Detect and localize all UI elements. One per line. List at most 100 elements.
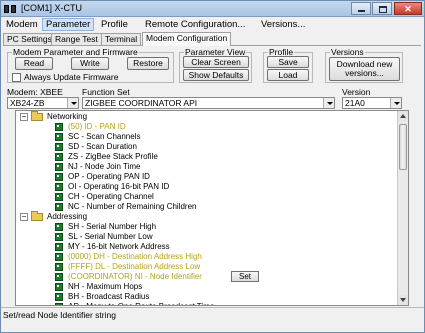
collapse-icon[interactable]: − — [20, 113, 28, 121]
tree-group-label: Addressing — [47, 212, 88, 221]
restore-button[interactable]: Restore — [127, 57, 169, 70]
modem-select-value: XB24-ZB — [10, 98, 45, 108]
tree-param-label: CH - Operating Channel — [68, 192, 154, 201]
collapse-icon[interactable]: − — [20, 213, 28, 221]
parameter-icon — [55, 253, 63, 261]
tree-param-row[interactable]: SL - Serial Number Low — [16, 232, 398, 242]
tree-param-row[interactable]: ZS - ZigBee Stack Profile — [16, 152, 398, 162]
menu-modem[interactable]: Modem — [3, 18, 41, 31]
tree-param-row[interactable]: OI - Operating 16-bit PAN ID — [16, 182, 398, 192]
tree-param-label: OI - Operating 16-bit PAN ID — [68, 182, 170, 191]
tree-param-row[interactable]: (0000) DH - Destination Address High — [16, 252, 398, 262]
function-set-select[interactable]: ZIGBEE COORDINATOR API — [82, 97, 335, 109]
scroll-down-icon[interactable] — [398, 295, 408, 305]
menu-profile[interactable]: Profile — [98, 18, 131, 31]
download-button-line2: versions... — [345, 68, 384, 78]
tree-group-row[interactable]: − Addressing — [16, 211, 398, 222]
minimize-button[interactable] — [351, 2, 371, 15]
close-button[interactable]: ✕ — [394, 2, 422, 15]
write-button[interactable]: Write — [71, 57, 109, 70]
parameter-icon — [55, 183, 63, 191]
always-update-checkbox[interactable] — [12, 73, 21, 82]
parameter-icon — [55, 243, 63, 251]
parameter-icon — [55, 303, 63, 305]
menu-parameter[interactable]: Parameter — [42, 18, 95, 31]
tree-param-row[interactable]: NC - Number of Remaining Children — [16, 202, 398, 212]
tree-param-label: (FFFF) DL - Destination Address Low — [68, 262, 201, 271]
chevron-down-icon[interactable] — [390, 98, 401, 108]
function-set-label: Function Set — [82, 87, 130, 97]
tree-param-row[interactable]: NJ - Node Join Time — [16, 162, 398, 172]
tree-param-row[interactable]: (50) ID - PAN ID — [16, 122, 398, 132]
chevron-down-icon[interactable] — [323, 98, 334, 108]
tree-param-row[interactable]: SD - Scan Duration — [16, 142, 398, 152]
menu-remote-configuration[interactable]: Remote Configuration... — [142, 18, 248, 31]
folder-icon — [31, 111, 43, 121]
parameter-icon — [55, 203, 63, 211]
parameter-icon — [55, 263, 63, 271]
parameter-icon — [55, 133, 63, 141]
modem-label: Modem: XBEE — [7, 87, 63, 97]
chevron-down-icon[interactable] — [67, 98, 78, 108]
tree-param-label: NH - Maximum Hops — [68, 282, 143, 291]
tree-scrollbar[interactable] — [397, 111, 408, 305]
parameter-icon — [55, 193, 63, 201]
read-button[interactable]: Read — [15, 57, 53, 70]
tree-param-label: NC - Number of Remaining Children — [68, 202, 197, 211]
version-select[interactable]: 21A0 — [342, 97, 402, 109]
parameter-icon — [55, 283, 63, 291]
scroll-up-icon[interactable] — [398, 111, 408, 121]
tab-pc-settings[interactable]: PC Settings — [3, 33, 56, 45]
modem-select[interactable]: XB24-ZB — [7, 97, 79, 109]
set-button[interactable]: Set — [231, 271, 259, 282]
tree-param-label: OP - Operating PAN ID — [68, 172, 150, 181]
tree-param-row[interactable]: AR - Many-to-One Route Broadcast Time — [16, 302, 398, 305]
tab-modem-configuration[interactable]: Modem Configuration — [142, 32, 232, 46]
tree-param-row[interactable]: (FFFF) DL - Destination Address Low — [16, 262, 398, 272]
tree-group-label: Networking — [47, 112, 88, 121]
tree-param-row[interactable]: (COORDINATOR) NI - Node Identifier Set — [16, 271, 398, 282]
tree-param-label: SD - Scan Duration — [68, 142, 137, 151]
parameter-tree[interactable]: − Networking (50) ID - PAN ID SC - Scan Cha… — [15, 110, 409, 306]
tab-terminal[interactable]: Terminal — [101, 33, 142, 45]
status-bar: Set/read Node Identifier string — [1, 307, 424, 321]
show-defaults-button[interactable]: Show Defaults — [183, 69, 249, 81]
maximize-icon — [379, 6, 387, 13]
download-new-versions-button[interactable]: Download new versions... — [329, 57, 400, 81]
maximize-button[interactable] — [372, 2, 392, 15]
tree-param-label: BH - Broadcast Radius — [68, 292, 150, 301]
tree-param-row[interactable]: SC - Scan Channels — [16, 132, 398, 142]
tree-param-row[interactable]: SH - Serial Number High — [16, 222, 398, 232]
app-icon — [4, 4, 18, 14]
tree-param-row[interactable]: CH - Operating Channel — [16, 192, 398, 202]
close-icon: ✕ — [404, 4, 412, 14]
menu-versions[interactable]: Versions... — [258, 18, 308, 31]
parameter-icon — [55, 233, 63, 241]
tree-param-row[interactable]: NH - Maximum Hops — [16, 282, 398, 292]
scroll-thumb[interactable] — [399, 124, 407, 170]
tree-param-label: (COORDINATOR) NI - Node Identifier — [68, 272, 202, 281]
title-bar[interactable]: [COM1] X-CTU ✕ — [1, 1, 424, 17]
minimize-icon — [358, 10, 365, 12]
tree-group-row[interactable]: − Networking — [16, 111, 398, 122]
parameter-icon — [55, 123, 63, 131]
tree-param-row[interactable]: BH - Broadcast Radius — [16, 292, 398, 302]
always-update-label: Always Update Firmware — [24, 72, 119, 82]
parameter-icon — [55, 223, 63, 231]
tree-param-label: (50) ID - PAN ID — [68, 122, 126, 131]
version-label: Version — [342, 87, 371, 97]
modem-parameter-group-label: Modem Parameter and Firmware — [12, 47, 139, 57]
function-set-select-value: ZIGBEE COORDINATOR API — [85, 98, 198, 108]
parameter-icon — [55, 153, 63, 161]
tree-param-label: ZS - ZigBee Stack Profile — [68, 152, 158, 161]
tree-param-row[interactable]: MY - 16-bit Network Address — [16, 242, 398, 252]
version-select-value: 21A0 — [345, 98, 365, 108]
parameter-icon — [55, 273, 63, 281]
save-profile-button[interactable]: Save — [267, 56, 309, 68]
window-title: [COM1] X-CTU — [21, 3, 83, 13]
tab-range-test[interactable]: Range Test — [51, 33, 102, 45]
load-profile-button[interactable]: Load — [267, 69, 309, 81]
clear-screen-button[interactable]: Clear Screen — [183, 56, 249, 68]
tree-param-row[interactable]: OP - Operating PAN ID — [16, 172, 398, 182]
tree-param-label: NJ - Node Join Time — [68, 162, 141, 171]
